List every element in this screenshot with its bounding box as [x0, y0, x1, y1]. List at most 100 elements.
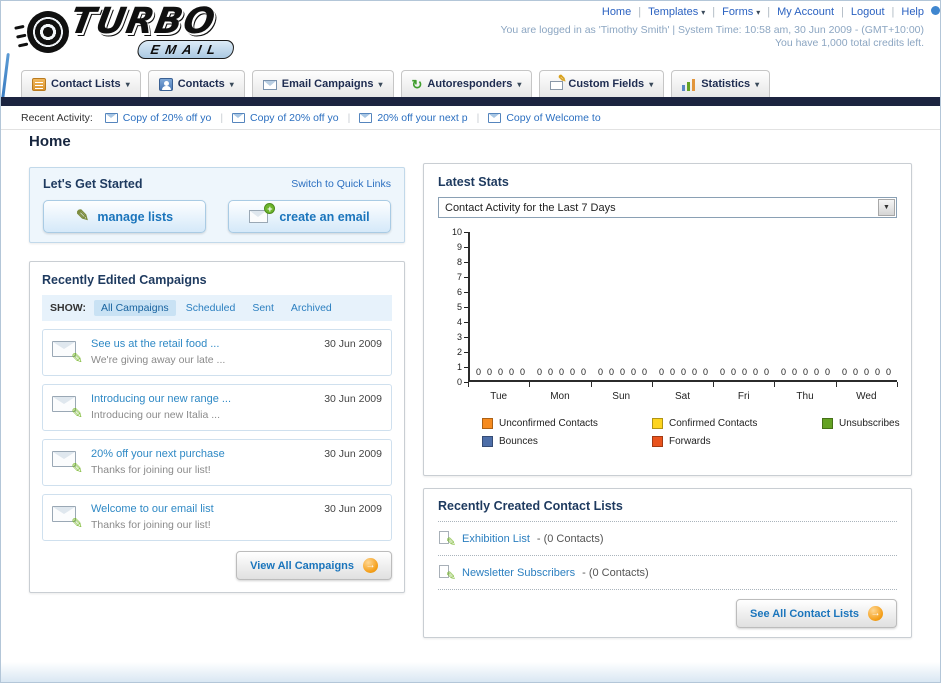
chart-value-group: 00000 [836, 232, 897, 380]
filter-scheduled[interactable]: Scheduled [179, 300, 243, 316]
main-nav: Contact Lists ▾ Contacts ▾ Email Campaig… [1, 67, 940, 97]
x-axis-tick [529, 382, 531, 387]
chart-value-label: 0 [475, 367, 481, 377]
x-axis-labels: Tue Mon Sun Sat Fri Thu Wed [468, 388, 897, 406]
top-nav-my-account[interactable]: My Account [777, 6, 834, 18]
see-all-contact-lists-button[interactable]: See All Contact Lists → [735, 599, 897, 628]
filter-sent[interactable]: Sent [245, 300, 281, 316]
statistics-icon [682, 78, 696, 91]
x-axis-tick [774, 382, 776, 387]
envelope-icon [359, 112, 373, 123]
legend-swatch [482, 418, 493, 429]
campaign-row[interactable]: ✎ See us at the retail food ... We're gi… [42, 329, 392, 376]
chart-value-label: 0 [658, 367, 664, 377]
separator: | [476, 111, 480, 124]
recent-activity-item[interactable]: Copy of Welcome to [488, 112, 601, 124]
x-axis-label: Wed [856, 391, 877, 402]
latest-stats-panel: Latest Stats Contact Activity for the La… [423, 163, 912, 476]
select-arrow-icon: ▼ [878, 199, 895, 216]
tab-custom-fields[interactable]: Custom Fields ▾ [539, 70, 665, 97]
contact-lists-panel: Recently Created Contact Lists ✎ Exhibit… [423, 488, 912, 638]
footer-gradient [1, 662, 940, 682]
campaign-row[interactable]: ✎ Welcome to our email list Thanks for j… [42, 494, 392, 541]
list-edit-icon: ✎ [438, 564, 456, 583]
chart-value-label: 0 [558, 367, 564, 377]
y-axis-tick-label: 9 [457, 242, 468, 252]
recent-activity-item[interactable]: 20% off your next p [359, 112, 468, 124]
top-nav-home[interactable]: Home [602, 6, 631, 18]
campaign-date: 30 Jun 2009 [324, 338, 382, 350]
x-axis-label: Fri [737, 391, 750, 402]
envelope-icon [104, 112, 118, 123]
x-axis-label: Sat [674, 391, 690, 402]
chart-value-label: 0 [692, 367, 698, 377]
tab-contact-lists[interactable]: Contact Lists ▾ [21, 70, 141, 97]
show-label: SHOW: [50, 302, 86, 314]
activity-range-select[interactable]: Contact Activity for the Last 7 Days ▼ [438, 197, 897, 218]
chart-value-group: 00000 [470, 232, 531, 380]
tab-statistics[interactable]: Statistics ▾ [671, 70, 771, 97]
chart-value-group: 00000 [653, 232, 714, 380]
legend-item: Confirmed Contacts [652, 418, 822, 429]
tab-email-campaigns[interactable]: Email Campaigns ▾ [251, 70, 394, 97]
envelope-icon [232, 112, 246, 123]
tab-contacts[interactable]: Contacts ▾ [147, 70, 245, 97]
top-nav: Home | Templates ▾ | Forms ▾ | My Account … [602, 6, 924, 18]
campaign-row[interactable]: ✎ 20% off your next purchase Thanks for … [42, 439, 392, 486]
campaign-row[interactable]: ✎ Introducing our new range ... Introduc… [42, 384, 392, 431]
campaign-subtitle: Introducing our new Italia ... [91, 409, 220, 421]
arrow-right-icon: → [363, 558, 378, 573]
x-axis-tick [651, 382, 653, 387]
x-axis-tick [835, 382, 837, 387]
switch-quick-links-link[interactable]: Switch to Quick Links [291, 178, 391, 190]
campaign-title-link[interactable]: 20% off your next purchase [91, 448, 315, 460]
campaign-title-link[interactable]: Welcome to our email list [91, 503, 315, 515]
top-nav-forms[interactable]: Forms ▾ [722, 6, 760, 18]
chart-value-label: 0 [780, 367, 786, 377]
chevron-down-icon: ▾ [756, 7, 761, 17]
create-email-button[interactable]: + create an email [228, 200, 391, 233]
recent-activity-item[interactable]: Copy of 20% off yo [232, 112, 339, 124]
legend-item: Unsubscribes [822, 418, 900, 429]
campaign-subtitle: Thanks for joining our list! [91, 519, 211, 531]
envelope-icon [488, 112, 502, 123]
recent-activity-item[interactable]: Copy of 20% off yo [104, 112, 211, 124]
chart-legend: Unconfirmed Contacts Confirmed Contacts … [482, 418, 900, 447]
chevron-down-icon: ▾ [517, 79, 522, 89]
y-axis-tick-label: 5 [457, 302, 468, 312]
top-nav-logout[interactable]: Logout [851, 6, 885, 18]
turbo-email-logo[interactable]: TURBO EMAIL [11, 1, 291, 63]
filter-all-campaigns[interactable]: All Campaigns [93, 300, 176, 316]
contact-lists-title: Recently Created Contact Lists [438, 499, 623, 513]
separator: | [347, 111, 351, 124]
contacts-icon [158, 77, 173, 91]
filter-archived[interactable]: Archived [284, 300, 339, 316]
top-nav-templates[interactable]: Templates ▾ [648, 6, 705, 18]
campaign-title-link[interactable]: See us at the retail food ... [91, 338, 315, 350]
credits-info: You have 1,000 total credits left. [774, 37, 924, 49]
recent-campaigns-panel: Recently Edited Campaigns SHOW: All Camp… [29, 261, 405, 593]
contact-list-link[interactable]: Exhibition List [462, 533, 530, 545]
chart-value-label: 0 [509, 367, 515, 377]
top-nav-help[interactable]: Help [901, 6, 924, 18]
chart-value-label: 0 [547, 367, 553, 377]
contact-list-row[interactable]: ✎ Exhibition List - (0 Contacts) [438, 522, 897, 549]
contact-list-link[interactable]: Newsletter Subscribers [462, 567, 575, 579]
x-axis-label: Thu [796, 391, 814, 402]
campaign-title-link[interactable]: Introducing our new range ... [91, 393, 315, 405]
get-started-title: Let's Get Started [43, 177, 143, 191]
chevron-down-icon: ▾ [125, 79, 130, 89]
legend-item: Unconfirmed Contacts [482, 418, 652, 429]
tab-autoresponders[interactable]: ↻ Autoresponders ▾ [400, 70, 533, 97]
view-all-campaigns-button[interactable]: View All Campaigns → [236, 551, 392, 580]
logo-wordmark-email: EMAIL [136, 40, 236, 59]
chart-value-label: 0 [570, 367, 576, 377]
chart-value-label: 0 [486, 367, 492, 377]
legend-swatch [482, 436, 493, 447]
y-axis-tick-label: 7 [457, 272, 468, 282]
header: TURBO EMAIL Home | Templates ▾ | Forms ▾ |… [1, 1, 940, 107]
contact-list-row[interactable]: ✎ Newsletter Subscribers - (0 Contacts) [438, 556, 897, 583]
legend-swatch [822, 418, 833, 429]
manage-lists-button[interactable]: ✎ manage lists [43, 200, 206, 233]
email-edit-icon: ✎ [52, 448, 83, 476]
